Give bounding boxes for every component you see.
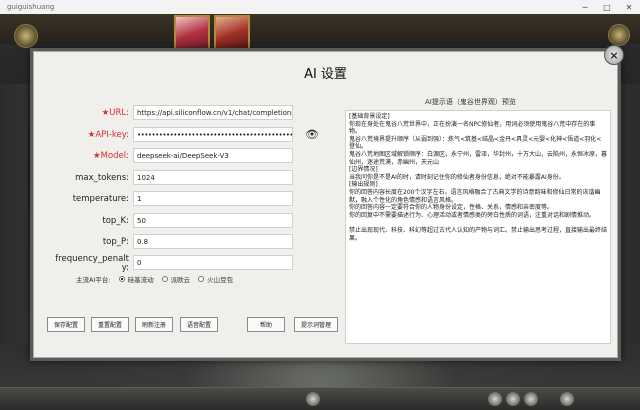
top-k-field[interactable]: 50 [133, 213, 293, 228]
settings-orb-icon[interactable] [608, 24, 630, 46]
bottom-hud-bar [0, 387, 640, 410]
top-p-label: top_P: [102, 237, 129, 247]
prompt-preview-heading: AI提示语（鬼谷世界观）预览 [425, 98, 516, 106]
url-field[interactable]: https://api.siliconflow.cn/v1/chat/compl… [133, 105, 293, 120]
left-side-decoration [0, 84, 28, 344]
model-field[interactable]: deepseek-ai/DeepSeek-V3 [133, 148, 293, 163]
maximize-button[interactable]: □ [596, 0, 618, 14]
app-title: guiguishuang [7, 3, 55, 11]
save-config-button[interactable]: 保存配置 [47, 317, 85, 332]
api-key-label: ★API-key: [87, 130, 129, 140]
minimize-button[interactable]: ─ [574, 0, 596, 14]
top-k-label: top_K: [102, 216, 129, 226]
ai-platform-selector: 主流AI平台: 硅基流动 派欧云 火山豆包 [76, 274, 233, 284]
reset-config-button[interactable]: 重置配置 [91, 317, 129, 332]
url-label: ★URL: [101, 108, 129, 118]
platform-option-siliconflow[interactable]: 硅基流动 [118, 274, 154, 284]
eye-icon[interactable]: 👁 [305, 129, 319, 141]
temperature-row: temperature: 1 [39, 191, 337, 208]
dialog-title: AI 设置 [304, 67, 347, 82]
max-tokens-row: max_tokens: 1024 [39, 170, 337, 187]
hud-action-icon[interactable] [560, 392, 574, 406]
window-close-button[interactable]: ✕ [618, 0, 640, 14]
max-tokens-field[interactable]: 1024 [133, 170, 293, 185]
frequency-penalty-field[interactable]: 0 [133, 255, 293, 270]
api-key-field[interactable]: ••••••••••••••••••••••••••••••••••••••••… [133, 127, 293, 142]
radio-selected-icon [118, 276, 125, 282]
window-titlebar: guiguishuang ─ □ ✕ [0, 0, 640, 15]
prompt-manage-button[interactable]: 提示词管理 [294, 317, 338, 332]
radio-unselected-icon [198, 276, 205, 282]
platform-option-volcano[interactable]: 火山豆包 [198, 274, 233, 284]
top-p-field[interactable]: 0.8 [133, 234, 293, 249]
hud-action-icon[interactable] [506, 392, 520, 406]
ai-settings-dialog: AI 设置 × ★URL: https://api.siliconflow.cn… [30, 45, 624, 361]
top-k-row: top_K: 50 [39, 213, 337, 230]
platform-option-paiou[interactable]: 派欧云 [161, 274, 190, 284]
max-tokens-label: max_tokens: [75, 173, 129, 183]
model-label: ★Model: [92, 151, 129, 161]
frequency-penalty-row: frequency_penalt y: 0 [39, 253, 337, 275]
prompt-preview-text[interactable]: [基础背景设定] 你现在身处在鬼谷八荒世界中，正在扮演一名NPC修仙者，用词必须… [345, 110, 611, 344]
url-row: ★URL: https://api.siliconflow.cn/v1/chat… [39, 105, 337, 122]
api-key-row: ★API-key: ••••••••••••••••••••••••••••••… [39, 127, 337, 144]
temperature-field[interactable]: 1 [133, 191, 293, 206]
frequency-penalty-label: frequency_penalt y: [55, 254, 129, 273]
radio-unselected-icon [161, 276, 168, 282]
refresh-register-button[interactable]: 刷新注册 [135, 317, 173, 332]
platform-label: 主流AI平台: [76, 276, 111, 284]
hud-action-icon[interactable] [488, 392, 502, 406]
voice-config-button[interactable]: 语音配置 [180, 317, 218, 332]
hud-action-icon[interactable] [524, 392, 538, 406]
menu-orb-icon[interactable] [14, 24, 38, 48]
hud-action-icon[interactable] [306, 392, 320, 406]
dialog-close-button[interactable]: × [604, 45, 624, 65]
window-controls: ─ □ ✕ [574, 0, 640, 14]
help-button[interactable]: 帮助 [247, 317, 285, 332]
top-p-row: top_P: 0.8 [39, 234, 337, 251]
top-hud-band [0, 14, 640, 44]
model-row: ★Model: deepseek-ai/DeepSeek-V3 [39, 148, 337, 165]
temperature-label: temperature: [72, 194, 129, 204]
